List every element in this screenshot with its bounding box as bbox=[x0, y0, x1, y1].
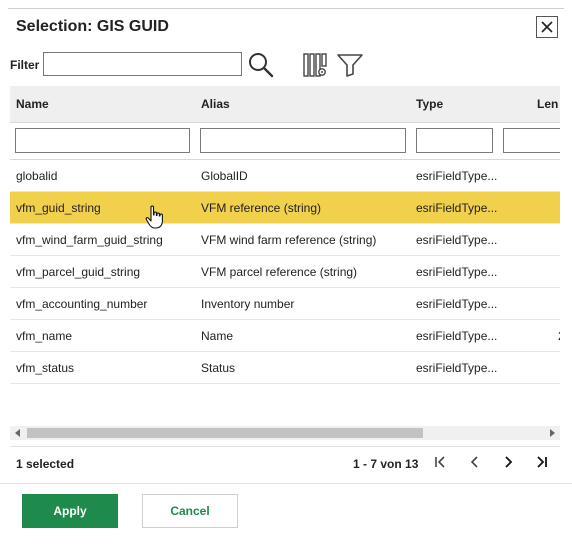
cancel-button[interactable]: Cancel bbox=[142, 494, 238, 528]
horizontal-scrollbar[interactable] bbox=[10, 426, 560, 440]
scrollbar-thumb[interactable] bbox=[27, 428, 423, 438]
first-page-icon bbox=[435, 456, 445, 468]
filter-options-button[interactable] bbox=[336, 52, 364, 78]
filter-input[interactable] bbox=[43, 52, 242, 76]
scroll-right-icon[interactable] bbox=[548, 429, 556, 437]
cell-type: esriFieldType... bbox=[416, 329, 498, 343]
length-column-filter[interactable] bbox=[503, 128, 560, 153]
dialog-title: Selection: GIS GUID bbox=[16, 18, 169, 35]
cell-length: 2 bbox=[558, 329, 560, 343]
funnel-filter-icon bbox=[337, 54, 363, 77]
cell-type: esriFieldType... bbox=[416, 265, 498, 279]
cell-alias: Name bbox=[201, 329, 234, 343]
hand-cursor-icon bbox=[145, 205, 163, 229]
type-column-filter[interactable] bbox=[416, 128, 493, 153]
column-header-alias[interactable]: Alias bbox=[201, 97, 230, 111]
selection-dialog: Selection: GIS GUID Filter Name Alias Ty… bbox=[0, 0, 572, 544]
cell-alias: Inventory number bbox=[201, 297, 295, 311]
table-row[interactable]: globalid GlobalID esriFieldType... bbox=[10, 160, 560, 192]
column-header-name[interactable]: Name bbox=[16, 97, 49, 111]
cell-type: esriFieldType... bbox=[416, 233, 498, 247]
next-page-icon bbox=[505, 456, 513, 468]
last-page-icon bbox=[537, 456, 547, 468]
cell-name: vfm_guid_string bbox=[16, 201, 101, 215]
cell-alias: VFM wind farm reference (string) bbox=[201, 233, 377, 247]
next-page-button[interactable] bbox=[499, 453, 517, 471]
search-icon bbox=[249, 53, 274, 78]
table-row[interactable]: vfm_status Status esriFieldType... bbox=[10, 352, 560, 384]
cell-type: esriFieldType... bbox=[416, 361, 498, 375]
field-grid: Name Alias Type Len globalid GlobalID es… bbox=[10, 86, 560, 446]
cell-type: esriFieldType... bbox=[416, 169, 498, 183]
table-row[interactable]: vfm_accounting_number Inventory number e… bbox=[10, 288, 560, 320]
cell-type: esriFieldType... bbox=[416, 297, 498, 311]
cell-name: vfm_status bbox=[16, 361, 75, 375]
scroll-left-icon[interactable] bbox=[14, 429, 22, 437]
column-chooser-icon bbox=[303, 53, 327, 77]
previous-page-icon bbox=[470, 456, 478, 468]
table-row[interactable]: vfm_parcel_guid_string VFM parcel refere… bbox=[10, 256, 560, 288]
cell-alias: VFM reference (string) bbox=[201, 201, 322, 215]
cell-name: globalid bbox=[16, 169, 58, 183]
column-header-type[interactable]: Type bbox=[416, 97, 443, 111]
table-row[interactable]: vfm_wind_farm_guid_string VFM wind farm … bbox=[10, 224, 560, 256]
cell-alias: Status bbox=[201, 361, 236, 375]
previous-page-button[interactable] bbox=[466, 453, 484, 471]
last-page-button[interactable] bbox=[533, 453, 551, 471]
cell-type: esriFieldType... bbox=[416, 201, 498, 215]
grid-header: Name Alias Type Len bbox=[10, 86, 560, 123]
close-icon bbox=[541, 21, 553, 33]
cell-name: vfm_name bbox=[16, 329, 73, 343]
cell-name: vfm_parcel_guid_string bbox=[16, 265, 141, 279]
column-filter-row bbox=[10, 123, 560, 160]
table-row[interactable]: vfm_name Name esriFieldType... 2 bbox=[10, 320, 560, 352]
alias-column-filter[interactable] bbox=[200, 128, 406, 153]
page-range: 1 - 7 von 13 bbox=[353, 457, 419, 471]
search-button[interactable] bbox=[247, 51, 275, 79]
cell-alias: VFM parcel reference (string) bbox=[201, 265, 358, 279]
table-row-selected[interactable]: vfm_guid_string VFM reference (string) e… bbox=[10, 192, 560, 224]
first-page-button[interactable] bbox=[431, 453, 449, 471]
cell-name: vfm_wind_farm_guid_string bbox=[16, 233, 163, 247]
cell-alias: GlobalID bbox=[201, 169, 248, 183]
selected-count: 1 selected bbox=[16, 457, 75, 471]
status-divider bbox=[10, 446, 560, 447]
column-chooser-button[interactable] bbox=[302, 52, 328, 78]
close-button[interactable] bbox=[536, 16, 558, 38]
column-header-length[interactable]: Len bbox=[537, 97, 558, 111]
dialog-top-border bbox=[8, 8, 564, 9]
apply-button[interactable]: Apply bbox=[22, 494, 118, 528]
cell-name: vfm_accounting_number bbox=[16, 297, 148, 311]
filter-label: Filter bbox=[10, 58, 40, 72]
name-column-filter[interactable] bbox=[15, 128, 190, 153]
footer-divider bbox=[0, 483, 572, 484]
